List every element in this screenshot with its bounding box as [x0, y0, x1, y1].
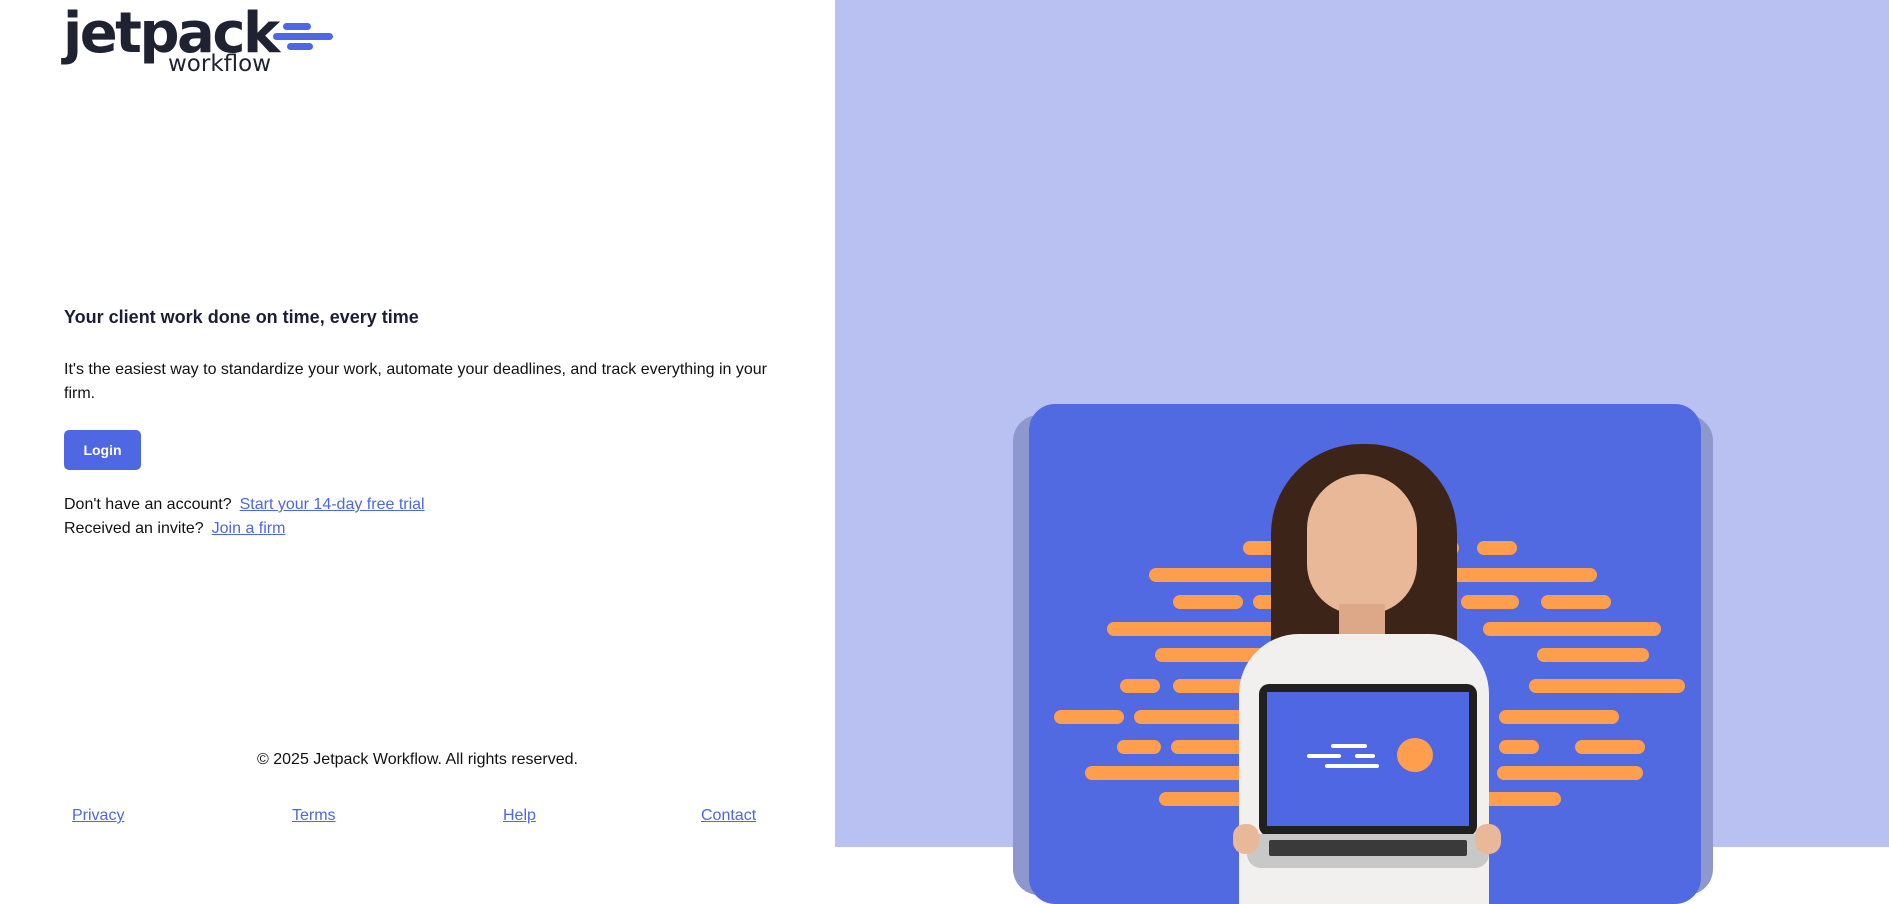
signup-prompt: Don't have an account? Start your 14-day …	[64, 493, 425, 517]
free-trial-link[interactable]: Start your 14-day free trial	[240, 496, 425, 513]
laptop-logo-icon	[1267, 692, 1469, 826]
privacy-link[interactable]: Privacy	[72, 807, 124, 825]
page-subtext: It's the easiest way to standardize your…	[64, 361, 767, 402]
help-link[interactable]: Help	[503, 807, 536, 825]
logo-speed-lines-icon	[273, 18, 337, 54]
invite-text: Received an invite?	[64, 520, 204, 537]
no-account-text: Don't have an account?	[64, 496, 232, 513]
invite-prompt: Received an invite? Join a firm	[64, 517, 285, 541]
hero-card	[1029, 404, 1701, 904]
copyright-text: © 2025 Jetpack Workflow. All rights rese…	[257, 751, 578, 768]
login-panel: jetpack workflow Your client work done o…	[0, 0, 835, 880]
contact-link[interactable]: Contact	[701, 807, 756, 825]
page-headline: Your client work done on time, every tim…	[64, 307, 419, 327]
join-firm-link[interactable]: Join a firm	[212, 520, 286, 537]
logo-subtitle: workflow	[168, 51, 272, 77]
laptop-screen	[1259, 684, 1477, 836]
laptop-keyboard	[1247, 834, 1489, 868]
woman-holding-laptop-photo	[1229, 444, 1501, 904]
jetpack-workflow-logo: jetpack workflow	[63, 2, 343, 78]
terms-link[interactable]: Terms	[292, 807, 336, 825]
login-button[interactable]: Login	[64, 430, 141, 470]
